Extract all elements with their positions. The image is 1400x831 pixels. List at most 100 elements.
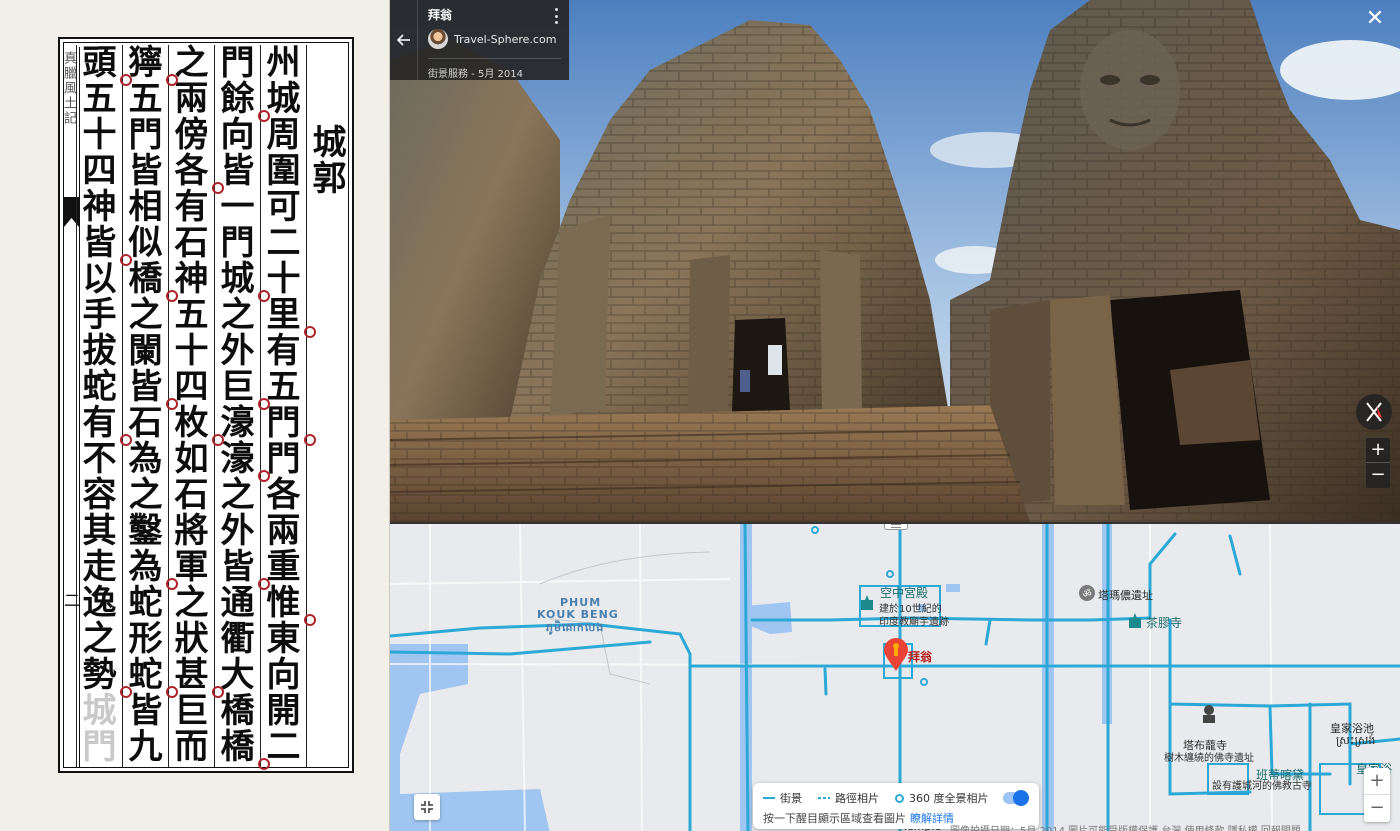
text-character: 巨: [215, 369, 270, 410]
map-label-aerial-palace[interactable]: 空中宮殿: [880, 584, 928, 601]
text-character: 形: [128, 619, 163, 659]
document-pane: 真臘風土記 二 城郭州城周圍可二十里有五門門各兩重惟東向開二門餘向皆一門城之外巨…: [0, 0, 390, 831]
text-column: 獰五門皆相似橋之闌皆石為之鑿為蛇形蛇皆九: [122, 45, 178, 767]
author-row[interactable]: Travel-Sphere.com: [428, 29, 561, 49]
legend-photo-path: 路徑相片: [818, 790, 879, 806]
text-character: 十: [82, 115, 117, 155]
text-character: 皆: [215, 549, 270, 590]
street-view-pane[interactable]: 拜翁 Travel-Sphere.com 街景服務 - 5月 2014 ✕ + …: [390, 0, 1400, 522]
location-pin-icon[interactable]: [883, 638, 909, 672]
text-character: 神: [82, 187, 117, 227]
text-character: 狀: [174, 619, 209, 659]
text-character: 石: [174, 475, 209, 515]
text-character: 有: [174, 187, 209, 227]
capture-date: 街景服務 - 5月 2014: [428, 58, 561, 80]
zoom-in-button[interactable]: +: [1366, 438, 1390, 463]
text-character: 枚: [169, 405, 224, 446]
temple-tree-icon: [1200, 704, 1218, 723]
street-view-zoom: + −: [1366, 438, 1390, 488]
text-character: 五: [82, 79, 117, 119]
text-character: 勢: [77, 657, 132, 698]
text-character: 城: [215, 261, 270, 302]
map-label-ta-prohm-desc: 樹木纏繞的佛寺遺址: [1164, 753, 1254, 764]
map-zoom-in-button[interactable]: +: [1364, 768, 1390, 795]
text-character: 一: [220, 187, 255, 227]
text-character: 東: [266, 619, 301, 659]
text-character: 五: [174, 295, 209, 335]
text-character: 州: [266, 43, 301, 83]
text-character: 皆: [77, 225, 132, 266]
map-label-khmer: ភូមិគោកបេង: [546, 621, 605, 634]
text-character: 頭: [77, 45, 132, 86]
map-zoom-out-button[interactable]: −: [1364, 795, 1390, 821]
legend-panorama: 360 度全景相片: [895, 790, 989, 806]
text-character: 可: [266, 187, 301, 227]
arrow-left-icon: [396, 34, 410, 46]
text-character: 外: [220, 331, 255, 371]
text-character: 兩: [174, 79, 209, 119]
text-character: 衢: [220, 619, 255, 659]
text-character: 門: [128, 115, 163, 155]
text-character: 有: [266, 331, 301, 371]
text-character: 惟: [261, 585, 316, 626]
map-label-srah-srang-khmer: ស្រះស្រង់: [1336, 734, 1376, 747]
text-character: 門: [220, 223, 255, 263]
street-view-layer-toggle[interactable]: [1003, 790, 1029, 806]
text-character: 手: [82, 295, 117, 335]
text-character: 四: [82, 151, 117, 191]
document-page: 真臘風土記 二 城郭州城周圍可二十里有五門門各兩重惟東向開二門餘向皆一門城之外巨…: [58, 37, 354, 773]
more-options-icon[interactable]: [551, 8, 561, 24]
back-button[interactable]: [390, 0, 418, 80]
text-character: 皆: [123, 369, 178, 410]
compass-icon[interactable]: [1356, 394, 1392, 430]
text-character: 十: [174, 331, 209, 371]
map-label-bayon[interactable]: 拜翁: [908, 648, 932, 665]
text-column: 城郭: [306, 45, 352, 767]
text-character: 二: [266, 223, 301, 263]
text-character: 為: [128, 439, 163, 479]
text-character: 五: [128, 79, 163, 119]
punctuation-circle-mark: [257, 758, 270, 770]
text-character: 向: [220, 115, 255, 155]
map-footer: 圖像拍攝日期：5月 2014 圖片可能受版權保護 台灣 使用條款 隱私權 回報問…: [950, 822, 1301, 831]
temple-icon: [1126, 612, 1144, 630]
text-character: 容: [82, 475, 117, 515]
text-character: 皆: [128, 151, 163, 191]
text-character: 周: [266, 115, 301, 155]
text-character: 之: [220, 475, 255, 515]
text-character: 之: [82, 619, 117, 659]
pane-resize-handle[interactable]: [884, 524, 908, 530]
text-character: 各: [169, 153, 224, 194]
text-character: 將: [174, 511, 209, 551]
text-character: 兩: [266, 511, 301, 551]
text-character: 開: [266, 691, 301, 731]
text-character: 城: [312, 123, 347, 163]
place-title[interactable]: 拜翁: [428, 6, 561, 23]
text-character: 外: [220, 511, 255, 551]
map-pane[interactable]: PHUM KOUK BENG ភូមិគោកបេង 空中宮殿 建於10世紀的 印…: [390, 522, 1400, 831]
collapse-map-button[interactable]: [414, 794, 440, 820]
learn-more-link[interactable]: 瞭解詳情: [910, 812, 954, 825]
text-character: 石: [174, 223, 209, 263]
map-label-thommanon[interactable]: 塔瑪儂遺址: [1098, 587, 1153, 603]
text-character: 不: [82, 439, 117, 479]
text-character: 通: [220, 583, 255, 623]
text-character: 拔: [82, 331, 117, 371]
text-column: 頭五十四神皆以手拔蛇有不容其走逸之勢城門: [76, 45, 132, 767]
text-character: 而: [174, 727, 209, 767]
text-character: 之: [128, 295, 163, 335]
legend-street-view: 街景: [763, 790, 802, 806]
text-character: 郭: [312, 159, 347, 199]
map-label-banteay-kdei-desc: 設有護城河的佛教古寺: [1212, 781, 1312, 792]
close-icon[interactable]: ✕: [1364, 8, 1386, 30]
collapse-icon: [421, 801, 433, 813]
text-character: 橋: [123, 261, 178, 302]
map-label-chau-say[interactable]: 茶膠寺: [1146, 614, 1182, 631]
text-character: 巨: [174, 691, 209, 731]
text-character: 城: [82, 691, 117, 731]
zoom-out-button[interactable]: −: [1366, 463, 1390, 488]
text-character: 圍: [266, 151, 301, 191]
author-name[interactable]: Travel-Sphere.com: [454, 33, 556, 46]
text-character: 濠: [215, 441, 270, 482]
temple-icon: [858, 594, 876, 612]
